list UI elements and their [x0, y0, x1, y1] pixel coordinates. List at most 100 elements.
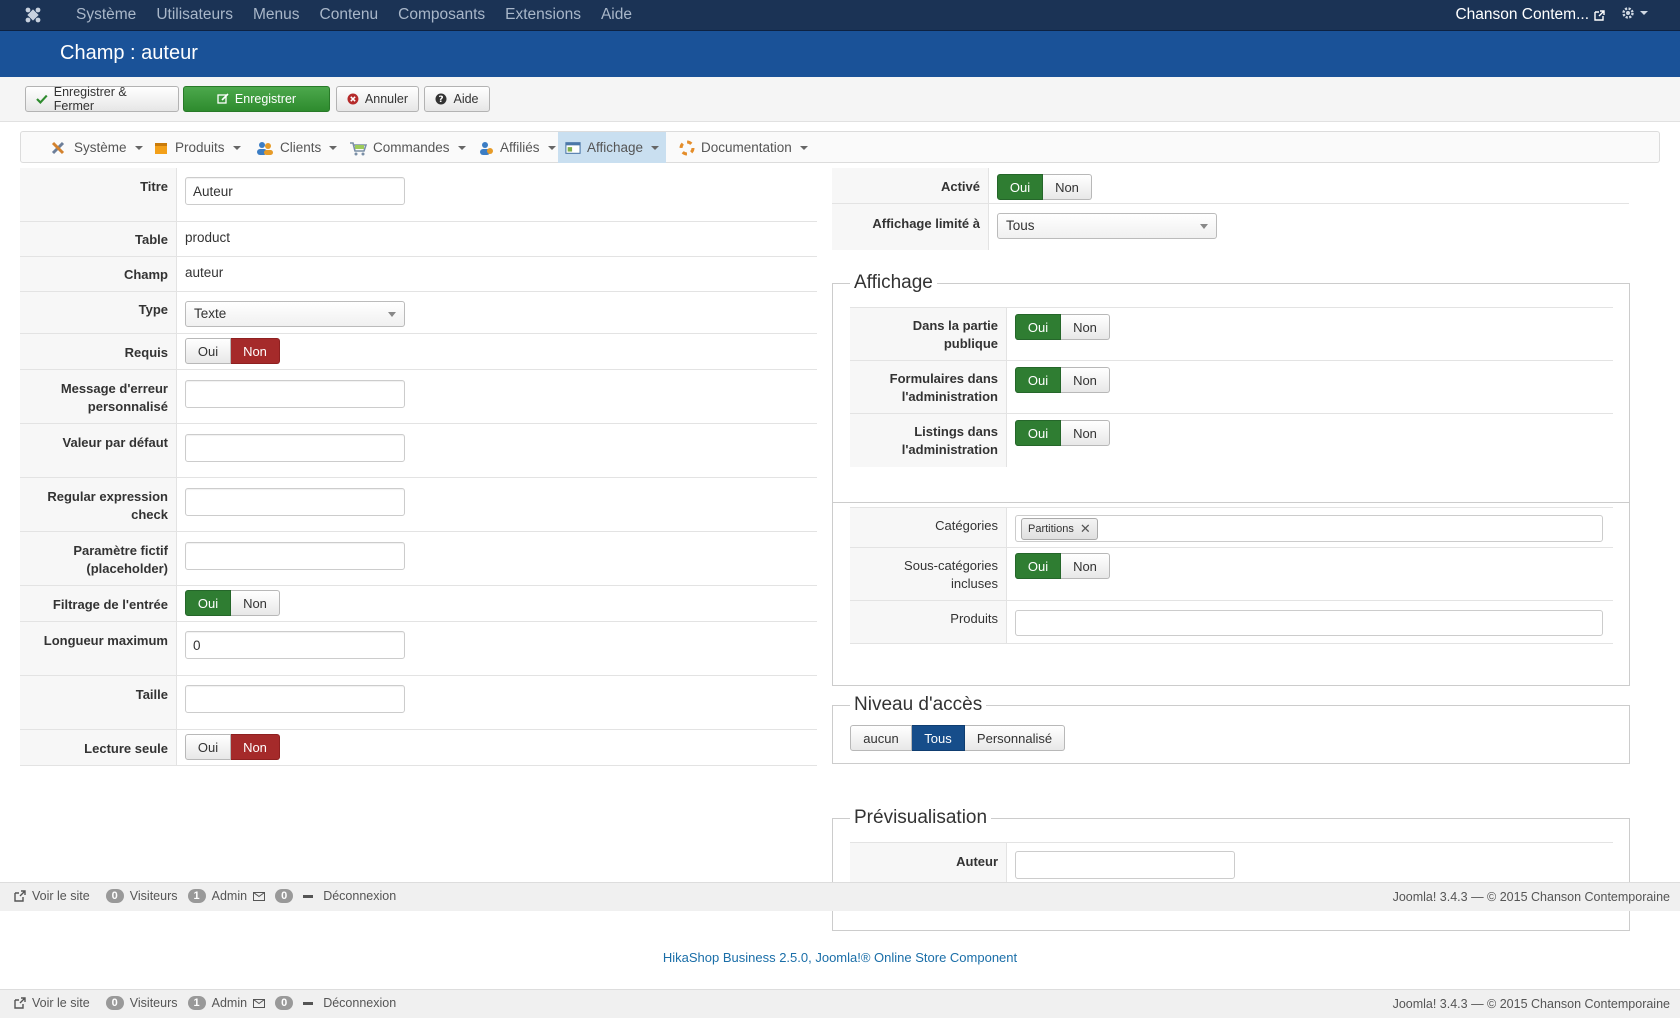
copyright-text: Joomla! 3.4.3 — © 2015 Chanson Contempor…	[1392, 890, 1670, 904]
page-title: Champ : auteur	[60, 42, 198, 64]
requis-toggle: Oui Non	[185, 338, 280, 364]
type-select[interactable]: Texte	[185, 301, 405, 327]
save-close-button[interactable]: Enregistrer & Fermer	[25, 85, 179, 113]
topmenu-contenu[interactable]: Contenu	[310, 6, 389, 24]
forms-oui[interactable]: Oui	[1015, 367, 1061, 393]
joomla-logo-icon[interactable]	[0, 0, 66, 31]
row-preview-auteur: Auteur	[850, 843, 1613, 883]
public-non[interactable]: Non	[1061, 314, 1110, 340]
toolbar: Enregistrer & Fermer Enregistrer Annuler…	[0, 77, 1680, 122]
submenu-affilies[interactable]: Affiliés	[469, 132, 563, 163]
submenu-affichage[interactable]: Affichage	[558, 132, 666, 163]
envelope-icon[interactable]	[253, 998, 266, 1008]
topmenu-systeme[interactable]: Système	[66, 6, 146, 24]
souscat-non[interactable]: Non	[1061, 553, 1110, 579]
voir-site-link[interactable]: Voir le site	[32, 889, 90, 903]
status-bar-bottom: Voir le site 0 Visiteurs 1 Admin 0 Décon…	[0, 989, 1680, 1018]
champ-label: Champ	[20, 257, 177, 291]
row-defaut: Valeur par défaut	[20, 424, 817, 478]
users-icon	[257, 141, 273, 155]
submenu-commandes[interactable]: Commandes	[342, 132, 473, 163]
public-oui[interactable]: Oui	[1015, 314, 1061, 340]
lecture-non[interactable]: Non	[231, 734, 280, 760]
remove-tag-icon[interactable]: ✕	[1080, 521, 1091, 537]
mail-badge: 0	[275, 889, 294, 903]
requis-non[interactable]: Non	[231, 338, 280, 364]
mail-badge: 0	[275, 996, 294, 1010]
visitors-badge: 0	[105, 996, 124, 1010]
active-toggle: Oui Non	[997, 174, 1092, 200]
cancel-button[interactable]: Annuler	[336, 86, 419, 112]
souscat-toggle: Oui Non	[1015, 553, 1110, 579]
row-regex: Regular expression check	[20, 478, 817, 532]
topmenu-menus[interactable]: Menus	[243, 6, 310, 24]
lecture-oui[interactable]: Oui	[185, 734, 231, 760]
envelope-icon[interactable]	[253, 891, 266, 901]
site-link[interactable]: Chanson Contem...	[1455, 6, 1605, 24]
visitors-label[interactable]: Visiteurs	[130, 889, 178, 903]
settings-menu[interactable]	[1621, 6, 1648, 20]
placeholder-input[interactable]	[185, 542, 405, 570]
row-filtrage: Filtrage de l'entrée Oui Non	[20, 586, 817, 622]
titre-label: Titre	[20, 168, 177, 221]
listings-label: Listings dans l'administration	[850, 414, 1007, 467]
topmenu-composants[interactable]: Composants	[388, 6, 495, 24]
champ-value: auteur	[185, 265, 224, 280]
logout-link[interactable]: Déconnexion	[323, 996, 396, 1010]
chevron-down-icon	[1200, 224, 1208, 229]
filtrage-toggle: Oui Non	[185, 590, 280, 616]
minus-icon	[303, 894, 314, 898]
check-icon	[36, 94, 48, 104]
regex-input[interactable]	[185, 488, 405, 516]
acces-aucun[interactable]: aucun	[850, 725, 912, 751]
submenu-produits[interactable]: Produits	[146, 132, 248, 163]
filtrage-non[interactable]: Non	[231, 590, 280, 616]
longueur-input[interactable]	[185, 631, 405, 659]
titre-input[interactable]	[185, 177, 405, 205]
limite-select[interactable]: Tous	[997, 213, 1217, 239]
listings-oui[interactable]: Oui	[1015, 420, 1061, 446]
produits-input[interactable]	[1015, 610, 1603, 636]
message-label: Message d'erreur personnalisé	[20, 370, 177, 423]
filtrage-oui[interactable]: Oui	[185, 590, 231, 616]
regex-label: Regular expression check	[20, 478, 177, 531]
preview-auteur-input[interactable]	[1015, 851, 1235, 879]
submenu-documentation[interactable]: Documentation	[672, 132, 815, 163]
produits-label: Produits	[850, 601, 1007, 643]
categories-input[interactable]: Partitions ✕	[1015, 515, 1603, 542]
voir-site-link[interactable]: Voir le site	[32, 996, 90, 1010]
external-link-icon	[14, 997, 26, 1009]
listings-toggle: Oui Non	[1015, 420, 1110, 446]
admin-label[interactable]: Admin	[212, 889, 247, 903]
row-limite: Affichage limité à Tous	[832, 204, 1629, 250]
save-button[interactable]: Enregistrer	[183, 86, 330, 112]
row-titre: Titre	[20, 168, 817, 222]
categories-label: Catégories	[850, 508, 1007, 547]
topmenu-extensions[interactable]: Extensions	[495, 6, 591, 24]
logout-link[interactable]: Déconnexion	[323, 889, 396, 903]
active-non[interactable]: Non	[1043, 174, 1092, 200]
help-button[interactable]: ? Aide	[424, 86, 490, 112]
external-link-icon	[1594, 9, 1605, 21]
submenu-clients[interactable]: Clients	[249, 132, 344, 163]
acces-tous[interactable]: Tous	[912, 725, 965, 751]
active-oui[interactable]: Oui	[997, 174, 1043, 200]
message-input[interactable]	[185, 380, 405, 408]
souscat-oui[interactable]: Oui	[1015, 553, 1061, 579]
topmenu-aide[interactable]: Aide	[591, 6, 642, 24]
visitors-label[interactable]: Visiteurs	[130, 996, 178, 1010]
active-label: Activé	[832, 168, 989, 203]
cancel-icon	[347, 93, 359, 105]
listings-non[interactable]: Non	[1061, 420, 1110, 446]
svg-text:?: ?	[439, 95, 444, 105]
admin-label[interactable]: Admin	[212, 996, 247, 1010]
topmenu-utilisateurs[interactable]: Utilisateurs	[146, 6, 243, 24]
submenu-systeme[interactable]: Système	[43, 132, 150, 163]
hikashop-link[interactable]: HikaShop Business 2.5.0, Joomla!® Online…	[0, 950, 1680, 965]
forms-non[interactable]: Non	[1061, 367, 1110, 393]
acces-personnalise[interactable]: Personnalisé	[965, 725, 1065, 751]
defaut-input[interactable]	[185, 434, 405, 462]
requis-oui[interactable]: Oui	[185, 338, 231, 364]
forms-label: Formulaires dans l'administration	[850, 361, 1007, 413]
taille-input[interactable]	[185, 685, 405, 713]
